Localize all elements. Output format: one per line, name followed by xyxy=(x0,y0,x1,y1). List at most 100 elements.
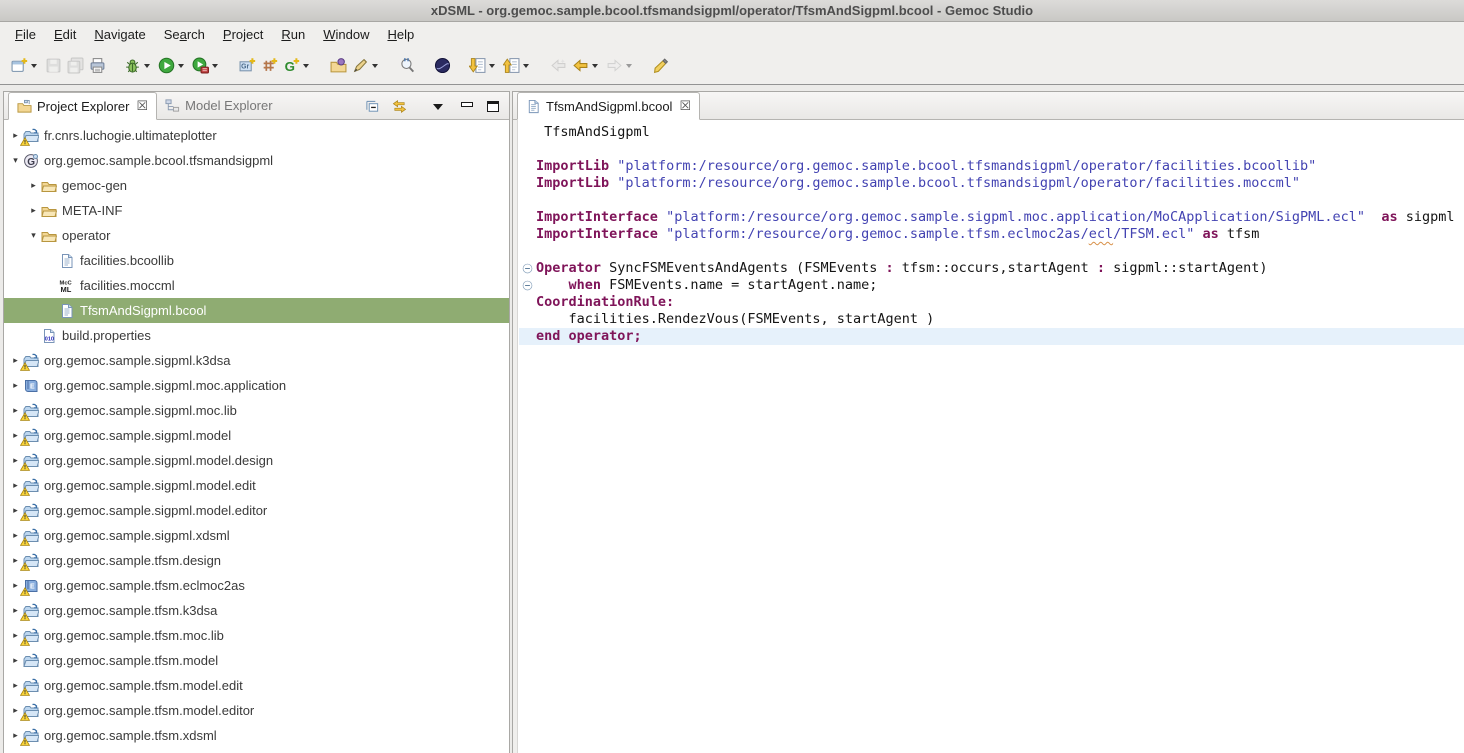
debug-dropdown-icon[interactable] xyxy=(144,64,150,68)
tree-item-label: org.gemoc.sample.bcool.tfsmandsigpml xyxy=(44,153,273,168)
tree-item-org.gemoc.sample.tfsm.model.editor[interactable]: ▸org.gemoc.sample.tfsm.model.editor xyxy=(4,698,509,723)
chevron-right-icon[interactable]: ▸ xyxy=(28,205,39,216)
menu-project[interactable]: Project xyxy=(214,24,272,45)
new-plugin-project-button[interactable] xyxy=(258,55,280,77)
tree-item-label: fr.cnrs.luchogie.ultimateplotter xyxy=(44,128,217,143)
bcool-file-icon xyxy=(526,99,541,114)
fold-collapse-icon[interactable] xyxy=(519,260,536,277)
tab-label: Project Explorer xyxy=(37,99,129,114)
tree-item-org.gemoc.sample.bcool.tfsmandsigpml[interactable]: ▾Gorg.gemoc.sample.bcool.tfsmandsigpml xyxy=(4,148,509,173)
tree-item-org.gemoc.sample.sigpml.moc.lib[interactable]: ▸org.gemoc.sample.sigpml.moc.lib xyxy=(4,398,509,423)
tree-item-org.gemoc.sample.sigpml.moc.application[interactable]: ▸Eorg.gemoc.sample.sigpml.moc.applicatio… xyxy=(4,373,509,398)
model-explorer-icon xyxy=(165,98,180,113)
tree-item-org.gemoc.sample.tfsm.xdsml[interactable]: ▸org.gemoc.sample.tfsm.xdsml xyxy=(4,723,509,748)
tree-item-gemoc-gen[interactable]: ▸gemoc-gen xyxy=(4,173,509,198)
tree-item-label: org.gemoc.sample.sigpml.model.editor xyxy=(44,503,267,518)
run-button[interactable] xyxy=(155,55,177,77)
open-web-browser-button[interactable] xyxy=(431,55,453,77)
chevron-right-icon[interactable]: ▸ xyxy=(10,380,21,391)
tree-item-org.gemoc.sample.sigpml.xdsml[interactable]: ▸org.gemoc.sample.sigpml.xdsml xyxy=(4,523,509,548)
tree-item-org.gemoc.sample.tfsm.model.edit[interactable]: ▸org.gemoc.sample.tfsm.model.edit xyxy=(4,673,509,698)
tree-item-META-INF[interactable]: ▸META-INF xyxy=(4,198,509,223)
minimize-icon[interactable] xyxy=(461,102,473,107)
maximize-icon[interactable] xyxy=(487,101,499,112)
back-dropdown-icon[interactable] xyxy=(592,64,598,68)
tree-item-build.properties[interactable]: 010build.properties xyxy=(4,323,509,348)
fold-spacer xyxy=(519,328,536,345)
tree-item-facilities.bcoollib[interactable]: facilities.bcoollib xyxy=(4,248,509,273)
new-wizard-button[interactable] xyxy=(8,55,30,77)
menu-help[interactable]: Help xyxy=(378,24,423,45)
close-icon[interactable]: ☒ xyxy=(136,98,148,114)
new-wizard-dropdown-icon[interactable] xyxy=(31,64,37,68)
menu-window[interactable]: Window xyxy=(314,24,378,45)
new-gemoc-language-project-dropdown-icon[interactable] xyxy=(303,64,309,68)
new-gemoc-language-project-button[interactable]: G xyxy=(280,55,302,77)
project-icon xyxy=(23,553,40,569)
previous-annotation-dropdown-icon[interactable] xyxy=(523,64,529,68)
code-token: CoordinationRule: xyxy=(536,294,674,311)
project-icon xyxy=(23,603,40,619)
open-task-dropdown-icon[interactable] xyxy=(372,64,378,68)
next-annotation-button[interactable] xyxy=(466,55,488,77)
tree-item-facilities.moccml[interactable]: McCMLfacilities.moccml xyxy=(4,273,509,298)
search-button[interactable] xyxy=(396,55,418,77)
run-last-launch-dropdown-icon[interactable] xyxy=(212,64,218,68)
tree-item-TfsmAndSigpml.bcool[interactable]: TfsmAndSigpml.bcool xyxy=(4,298,509,323)
tab-label: Model Explorer xyxy=(185,98,272,113)
svg-text:G: G xyxy=(284,59,294,74)
tree-item-fr.cnrs.luchogie.ultimateplotter[interactable]: ▸fr.cnrs.luchogie.ultimateplotter xyxy=(4,123,509,148)
chevron-right-icon[interactable]: ▸ xyxy=(28,180,39,191)
run-last-launch-button[interactable] xyxy=(189,55,211,77)
code-token xyxy=(1194,226,1202,243)
code-line: TfsmAndSigpml xyxy=(519,124,1464,141)
chevron-right-icon[interactable]: ▸ xyxy=(10,655,21,666)
code-line: ImportLib "platform:/resource/org.gemoc.… xyxy=(519,175,1464,192)
new-gemoc-sequential-project-button[interactable]: Gr xyxy=(236,55,258,77)
tree-item-label: org.gemoc.sample.tfsm.xdsml xyxy=(44,728,217,743)
next-annotation-dropdown-icon[interactable] xyxy=(489,64,495,68)
chevron-down-icon[interactable]: ▾ xyxy=(28,230,39,241)
project-icon xyxy=(23,478,40,494)
tab-model-explorer[interactable]: Model Explorer xyxy=(157,91,280,119)
previous-annotation-button[interactable] xyxy=(500,55,522,77)
tree-item-operator[interactable]: ▾operator xyxy=(4,223,509,248)
close-icon[interactable]: ☒ xyxy=(679,98,691,114)
menu-edit[interactable]: Edit xyxy=(45,24,85,45)
tree-item-label: org.gemoc.sample.sigpml.moc.application xyxy=(44,378,286,393)
open-task-button[interactable] xyxy=(349,55,371,77)
code-token: Operator xyxy=(536,260,601,277)
code-editor[interactable]: TfsmAndSigpml ImportLib "platform:/resour… xyxy=(513,120,1464,753)
tree-item-org.gemoc.sample.tfsm.moc.lib[interactable]: ▸org.gemoc.sample.tfsm.moc.lib xyxy=(4,623,509,648)
run-dropdown-icon[interactable] xyxy=(178,64,184,68)
menu-file[interactable]: File xyxy=(6,24,45,45)
tree-item-org.gemoc.sample.sigpml.model[interactable]: ▸org.gemoc.sample.sigpml.model xyxy=(4,423,509,448)
tree-item-org.gemoc.sample.tfsm.model[interactable]: ▸org.gemoc.sample.tfsm.model xyxy=(4,648,509,673)
folder-icon xyxy=(41,228,58,244)
book-icon: E xyxy=(23,378,40,394)
menu-navigate[interactable]: Navigate xyxy=(85,24,154,45)
tree-item-org.gemoc.sample.sigpml.k3dsa[interactable]: ▸org.gemoc.sample.sigpml.k3dsa xyxy=(4,348,509,373)
tree-item-org.gemoc.sample.sigpml.model.editor[interactable]: ▸org.gemoc.sample.sigpml.model.editor xyxy=(4,498,509,523)
tree-item-org.gemoc.sample.tfsm.k3dsa[interactable]: ▸org.gemoc.sample.tfsm.k3dsa xyxy=(4,598,509,623)
print-button[interactable] xyxy=(86,55,108,77)
menu-run[interactable]: Run xyxy=(272,24,314,45)
menu-search[interactable]: Search xyxy=(155,24,214,45)
chevron-down-icon[interactable]: ▾ xyxy=(10,155,21,166)
view-menu-icon[interactable] xyxy=(433,104,443,110)
tree-item-org.gemoc.sample.tfsm.design[interactable]: ▸org.gemoc.sample.tfsm.design xyxy=(4,548,509,573)
link-with-editor-icon[interactable] xyxy=(392,99,407,114)
tree-item-org.gemoc.sample.sigpml.model.design[interactable]: ▸org.gemoc.sample.sigpml.model.design xyxy=(4,448,509,473)
annotation-ruler[interactable] xyxy=(513,120,518,753)
collapse-all-icon[interactable] xyxy=(365,99,380,114)
tab-editor-tfsmandsigpml[interactable]: TfsmAndSigpml.bcool ☒ xyxy=(517,92,700,120)
tab-project-explorer[interactable]: Project Explorer ☒ xyxy=(8,92,157,120)
tree-item-org.gemoc.sample.sigpml.model.edit[interactable]: ▸org.gemoc.sample.sigpml.model.edit xyxy=(4,473,509,498)
tree-item-label: facilities.moccml xyxy=(80,278,175,293)
tree-item-org.gemoc.sample.tfsm.eclmoc2as[interactable]: ▸Eorg.gemoc.sample.tfsm.eclmoc2as xyxy=(4,573,509,598)
fold-collapse-icon[interactable] xyxy=(519,277,536,294)
mark-occurrences-button[interactable] xyxy=(650,55,672,77)
back-button[interactable] xyxy=(569,55,591,77)
debug-button[interactable] xyxy=(121,55,143,77)
open-gemoc-element-button[interactable] xyxy=(327,55,349,77)
